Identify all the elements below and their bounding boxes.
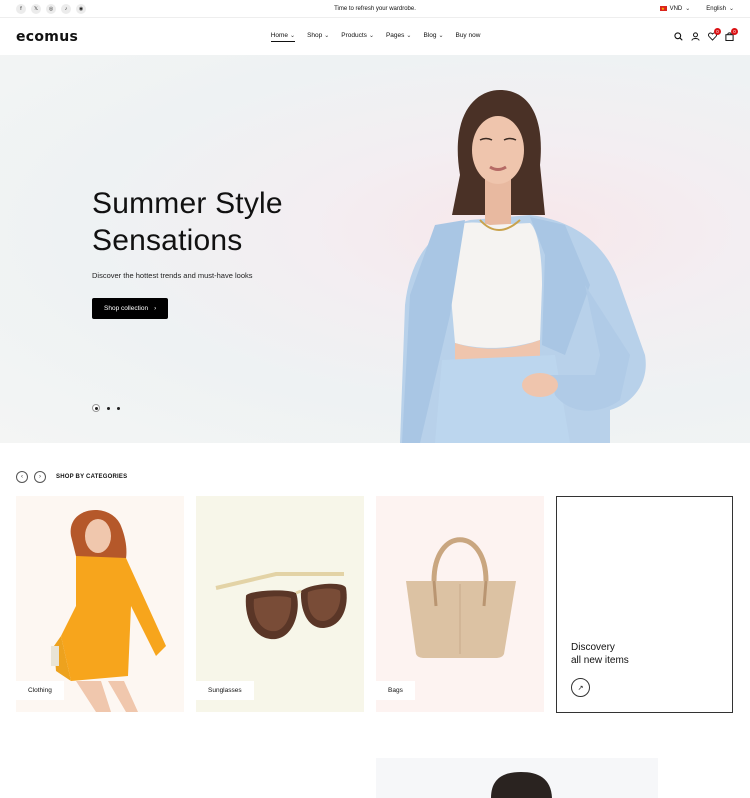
hero-title-line: Summer Style bbox=[92, 187, 283, 220]
currency-selector[interactable]: VND ⌄ bbox=[659, 5, 691, 12]
x-icon[interactable]: 𝕏 bbox=[31, 3, 41, 14]
slide-dot-1[interactable] bbox=[92, 404, 100, 412]
chevron-down-icon: ⌄ bbox=[406, 33, 412, 39]
nav-item-pages[interactable]: Pages ⌄ bbox=[386, 32, 411, 42]
categories-header: ‹ › SHOP BY CATEGORIES bbox=[16, 471, 127, 483]
clothing-image bbox=[51, 509, 166, 712]
next-section-image bbox=[376, 758, 658, 798]
hero-title: Summer Style Sensations bbox=[92, 185, 283, 259]
section-title: SHOP BY CATEGORIES bbox=[56, 474, 128, 480]
bag-image bbox=[406, 537, 516, 658]
nav-item-home[interactable]: Home ⌄ bbox=[270, 31, 296, 42]
button-label: Shop collection bbox=[104, 305, 149, 312]
chevron-down-icon: ⌄ bbox=[324, 33, 330, 39]
tiktok-icon[interactable]: ♪ bbox=[61, 3, 71, 14]
cart-count-badge: 0 bbox=[731, 27, 738, 35]
cart-icon[interactable]: 0 bbox=[724, 27, 738, 42]
nav-label: Buy now bbox=[455, 32, 481, 39]
search-icon[interactable] bbox=[673, 32, 683, 42]
nav-label: Home bbox=[270, 31, 289, 39]
hero-banner: Summer Style Sensations Discover the hot… bbox=[0, 55, 750, 443]
wishlist-count-badge: 0 bbox=[714, 27, 721, 35]
discover-line: Discovery bbox=[571, 642, 615, 653]
chevron-down-icon: ⌄ bbox=[438, 33, 444, 39]
announcement-text: Time to refresh your wardrobe. bbox=[334, 5, 416, 12]
discover-line: all new items bbox=[571, 655, 629, 666]
chevron-down-icon: ⌄ bbox=[290, 32, 296, 39]
top-bar: f 𝕏 ◎ ♪ ◉ Time to refresh your wardrobe.… bbox=[0, 0, 750, 18]
nav-label: Products bbox=[341, 32, 367, 39]
category-label: Sunglasses bbox=[196, 681, 254, 700]
logo[interactable]: ecomus bbox=[16, 29, 78, 45]
nav-label: Shop bbox=[307, 32, 323, 39]
main-nav: Home ⌄ Shop ⌄ Products ⌄ Pages ⌄ Blog ⌄ Buy n… bbox=[270, 31, 480, 42]
nav-item-buy-now[interactable]: Buy now bbox=[455, 32, 480, 42]
slide-dot-3[interactable] bbox=[117, 406, 120, 410]
category-card-bags[interactable]: Bags bbox=[376, 496, 544, 712]
nav-label: Blog bbox=[423, 32, 437, 39]
sunglasses-image bbox=[215, 572, 347, 640]
chevron-down-icon: ⌄ bbox=[728, 6, 734, 12]
account-icon[interactable] bbox=[690, 32, 700, 42]
chevron-left-icon[interactable]: ‹ bbox=[16, 471, 28, 483]
category-card-clothing[interactable]: Clothing bbox=[16, 496, 184, 712]
chevron-right-icon: › bbox=[154, 305, 157, 312]
nav-item-shop[interactable]: Shop ⌄ bbox=[307, 32, 329, 42]
instagram-icon[interactable]: ◎ bbox=[46, 3, 56, 14]
discover-text: Discovery all new items bbox=[571, 641, 629, 667]
category-list: Clothing Sunglasses Bags Discovery all n… bbox=[16, 496, 733, 713]
main-header: ecomus Home ⌄ Shop ⌄ Products ⌄ Pages ⌄ Blog… bbox=[0, 18, 750, 55]
hero-subtitle: Discover the hottest trends and must-hav… bbox=[92, 271, 253, 280]
social-links: f 𝕏 ◎ ♪ ◉ bbox=[16, 3, 86, 14]
wishlist-icon[interactable]: 0 bbox=[707, 27, 721, 42]
nav-label: Pages bbox=[385, 32, 405, 39]
hero-title-line: Sensations bbox=[92, 224, 243, 257]
hero-model-image bbox=[400, 90, 646, 443]
nav-item-blog[interactable]: Blog ⌄ bbox=[423, 32, 443, 42]
vietnam-flag-icon bbox=[659, 6, 667, 11]
language-selector[interactable]: English ⌄ bbox=[706, 5, 734, 13]
chevron-down-icon: ⌄ bbox=[685, 6, 691, 12]
facebook-icon[interactable]: f bbox=[16, 3, 26, 14]
nav-item-products[interactable]: Products ⌄ bbox=[341, 32, 374, 42]
category-label: Bags bbox=[376, 681, 415, 700]
slider-pagination bbox=[92, 404, 120, 412]
language-label: English bbox=[706, 5, 726, 12]
slide-dot-2[interactable] bbox=[107, 406, 110, 410]
category-label: Clothing bbox=[16, 681, 64, 700]
shop-collection-button[interactable]: Shop collection › bbox=[92, 298, 169, 319]
chevron-down-icon: ⌄ bbox=[368, 33, 374, 39]
discover-card[interactable]: Discovery all new items ↗ bbox=[556, 496, 733, 713]
arrow-up-right-icon[interactable]: ↗ bbox=[571, 678, 590, 697]
chevron-right-icon[interactable]: › bbox=[34, 471, 46, 483]
currency-label: VND bbox=[669, 5, 683, 12]
pinterest-icon[interactable]: ◉ bbox=[76, 3, 86, 14]
category-card-sunglasses[interactable]: Sunglasses bbox=[196, 496, 364, 712]
